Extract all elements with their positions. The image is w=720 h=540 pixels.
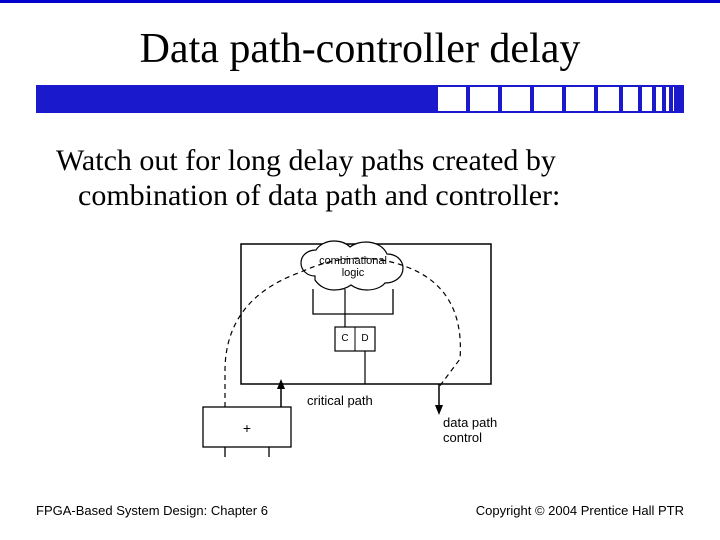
cloud-icon: combinationallogic [301, 241, 403, 290]
rule-box [640, 85, 654, 113]
rule-box [680, 85, 684, 113]
body-paragraph: Watch out for long delay paths created b… [56, 143, 698, 214]
rule-box [664, 85, 671, 113]
dp-control-label-2: control [443, 430, 482, 445]
rule-box [468, 85, 500, 113]
rule-boxes [436, 85, 684, 113]
diagram-svg: combinationallogic C D [195, 239, 525, 457]
reg-c-label: C [341, 333, 348, 344]
output-arrow-right [435, 384, 443, 415]
input-arrow-left [277, 379, 285, 407]
datapath-diagram: combinationallogic C D [195, 239, 525, 457]
adder-plus-label: + [243, 420, 251, 436]
reg-d-label: D [361, 333, 368, 344]
adder-block: + [203, 407, 291, 447]
rule-box [436, 85, 468, 113]
rule-solid [36, 85, 436, 113]
footer-right: Copyright © 2004 Prentice Hall PTR [476, 503, 684, 518]
slide: Data path-controller delay Watch out for… [0, 0, 720, 540]
rule-box [596, 85, 621, 113]
rule-box [532, 85, 564, 113]
page-title: Data path-controller delay [0, 25, 720, 73]
register-block: C D [335, 327, 375, 351]
decorative-rule [36, 85, 684, 113]
rule-box [621, 85, 640, 113]
footer-left: FPGA-Based System Design: Chapter 6 [36, 503, 268, 518]
inner-u-shape [313, 289, 393, 314]
dp-control-label-1: data path [443, 415, 497, 430]
rule-box [654, 85, 664, 113]
rule-box [564, 85, 596, 113]
rule-box [500, 85, 532, 113]
critical-path-label: critical path [307, 393, 373, 408]
